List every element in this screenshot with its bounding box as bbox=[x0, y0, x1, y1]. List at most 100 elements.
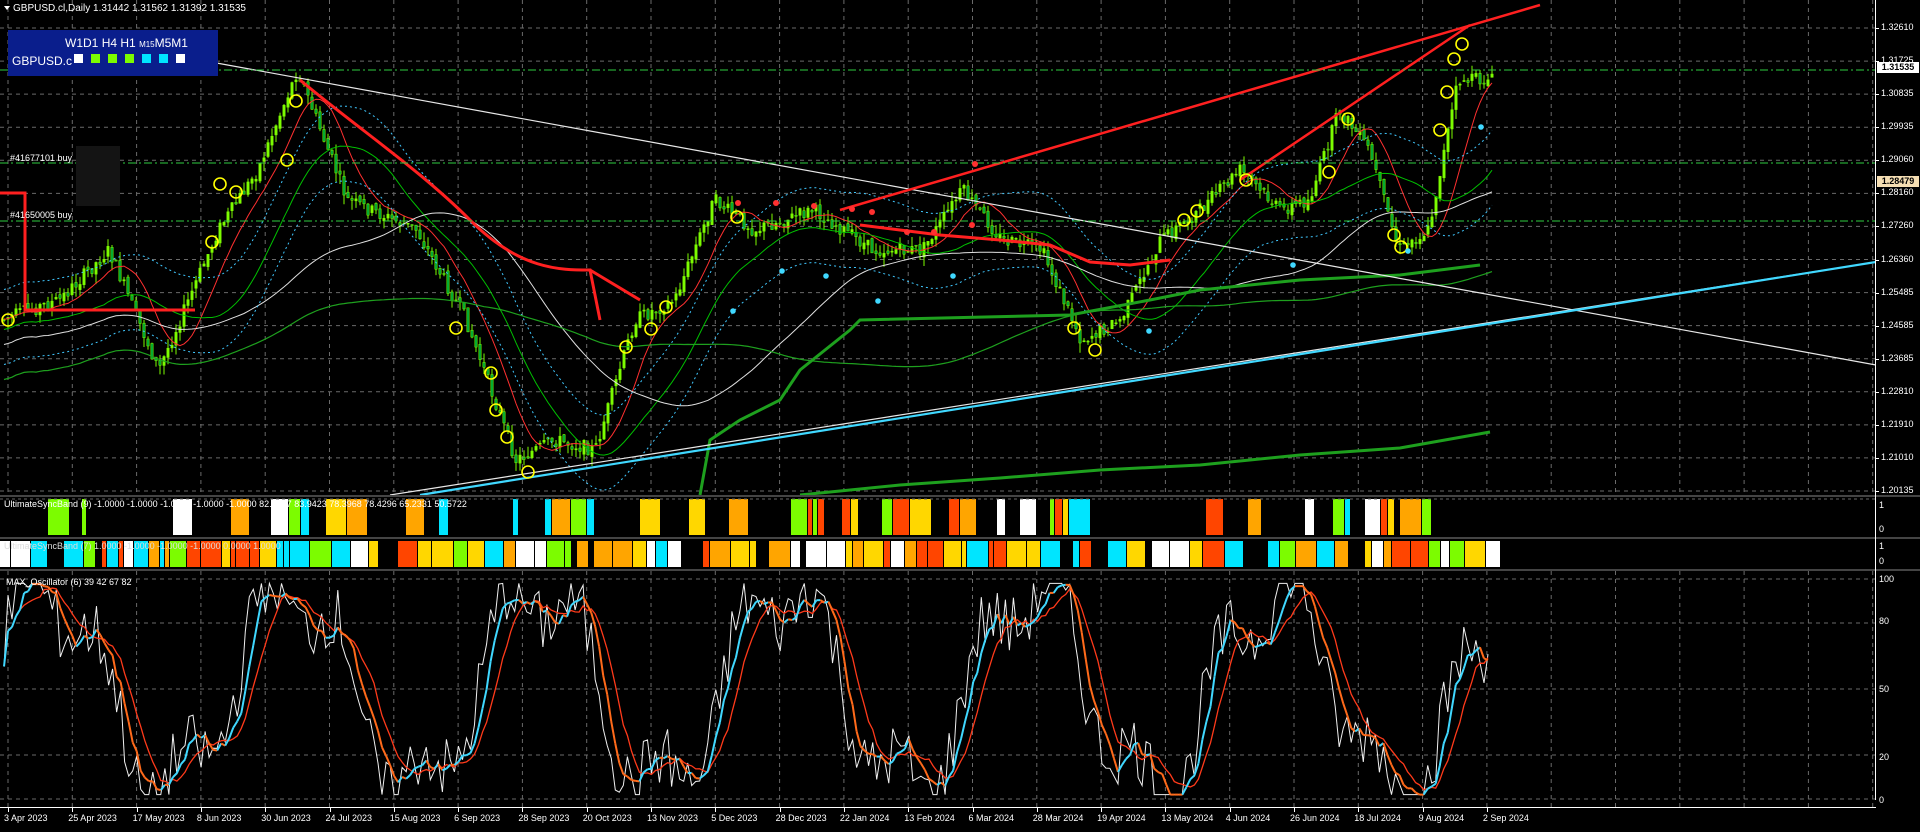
candle-body bbox=[562, 434, 566, 443]
order-label-1[interactable]: #41677101 buy bbox=[10, 153, 72, 163]
signal-circle bbox=[1322, 165, 1336, 179]
pane-separator[interactable] bbox=[0, 495, 1920, 497]
oscillator-trend-line bbox=[489, 640, 496, 662]
candle-body bbox=[406, 222, 410, 225]
candle-body bbox=[650, 309, 654, 320]
oscillator-pane[interactable]: MAX_Oscillator (6) 39 42 67 82 bbox=[0, 571, 1876, 807]
sync-band-pane-2[interactable]: UltimateSyncBand (7) 1.0000 -1.0000 -1.0… bbox=[0, 539, 1876, 569]
oscillator-trend-line bbox=[1040, 603, 1047, 610]
candle-body bbox=[1058, 286, 1062, 289]
candle-body bbox=[398, 222, 402, 226]
tf-m15[interactable]: M15 bbox=[139, 40, 155, 49]
candlesticks bbox=[2, 65, 1494, 471]
oscillator-trend-line bbox=[1427, 785, 1433, 790]
menu-arrow-icon[interactable] bbox=[4, 6, 10, 11]
date-tick-mark bbox=[393, 808, 395, 812]
oscillator-trend-line bbox=[1241, 627, 1248, 638]
sync-segment bbox=[1152, 541, 1169, 567]
sync-segment bbox=[1170, 541, 1189, 567]
oscillator-trend-line bbox=[506, 601, 512, 605]
price-tick-label: 1.21910 bbox=[1881, 418, 1914, 429]
candle-body bbox=[378, 208, 382, 219]
date-label: 5 Dec 2023 bbox=[711, 813, 758, 823]
candle-body bbox=[254, 178, 258, 182]
candle-body bbox=[1286, 209, 1290, 214]
candle-body bbox=[1306, 199, 1310, 211]
candle-body bbox=[98, 261, 102, 265]
sync-segment bbox=[703, 541, 709, 567]
sync-segment bbox=[729, 499, 748, 535]
candle-body bbox=[418, 229, 422, 240]
candle-body bbox=[318, 111, 322, 130]
tf-status-box bbox=[142, 54, 151, 63]
price-chart[interactable] bbox=[0, 0, 1876, 495]
sync-segment bbox=[1441, 541, 1449, 567]
oscillator-trend-line bbox=[473, 726, 480, 744]
date-label: 13 Nov 2023 bbox=[647, 813, 699, 823]
candle-body bbox=[118, 260, 122, 282]
date-tick-mark bbox=[72, 808, 74, 812]
candle-body bbox=[70, 283, 74, 296]
pane-separator[interactable] bbox=[0, 569, 1920, 571]
sync-segment bbox=[1422, 499, 1431, 535]
oscillator-trend-line bbox=[312, 624, 319, 631]
candle-body bbox=[1054, 272, 1058, 288]
date-tick-mark bbox=[8, 808, 9, 812]
time-axis-line bbox=[0, 807, 1876, 808]
signal-dot-red bbox=[849, 206, 855, 212]
date-label: 28 Mar 2024 bbox=[1032, 813, 1084, 823]
order-label-2[interactable]: #41650005 buy bbox=[10, 210, 72, 220]
signal-dot-red bbox=[811, 203, 817, 209]
tf-status-box bbox=[74, 54, 83, 63]
price-pane[interactable]: GBPUSD.cl,Daily 1.31442 1.31562 1.31392 … bbox=[0, 0, 1876, 495]
tf-m1[interactable]: M1 bbox=[171, 36, 188, 50]
pane-separator[interactable] bbox=[0, 537, 1920, 539]
tf-h4[interactable]: H4 bbox=[102, 36, 117, 50]
oscillator-trend-line bbox=[1201, 721, 1208, 740]
candle-body bbox=[1386, 197, 1390, 212]
tf-h1[interactable]: H1 bbox=[120, 36, 135, 50]
oscillator-trend-line bbox=[602, 675, 609, 695]
candle-body bbox=[1462, 80, 1466, 82]
candle-body bbox=[286, 97, 290, 108]
oscillator-trend-line bbox=[1446, 708, 1453, 733]
sync-band-pane-1[interactable]: UltimateSyncBand (9) -1.0000 -1.0000 -1.… bbox=[0, 497, 1876, 537]
candle-body bbox=[282, 105, 286, 117]
candle-body bbox=[762, 222, 766, 232]
price-scale[interactable]: 1.32610 1.31725 1.30835 1.29935 1.29060 1.281… bbox=[1876, 0, 1920, 495]
sync-segment bbox=[398, 541, 417, 567]
tf-d1[interactable]: D1 bbox=[83, 36, 98, 50]
oscillator-trend-line bbox=[847, 689, 854, 706]
ma-fast-line bbox=[3, 82, 1493, 451]
sync-segment bbox=[1381, 499, 1387, 535]
sync-segment bbox=[332, 541, 350, 567]
osc-scale-100: 100 bbox=[1879, 574, 1895, 584]
chart-window[interactable]: GBPUSD.cl,Daily 1.31442 1.31562 1.31392 … bbox=[0, 0, 1920, 832]
oscillator-trend-line bbox=[485, 661, 492, 690]
sync-segment bbox=[1108, 541, 1126, 567]
signal-dot-cyan bbox=[875, 298, 881, 304]
oscillator-trend-line bbox=[586, 604, 593, 613]
timeframe-panel: W1D1 H4 H1 M15M5M1 GBPUSD.c bbox=[8, 30, 218, 76]
date-label: 24 Jul 2023 bbox=[325, 813, 373, 823]
tf-m5[interactable]: M5 bbox=[155, 36, 172, 50]
panel-symbol: GBPUSD.c bbox=[12, 54, 73, 68]
signal-circle bbox=[449, 321, 463, 335]
oscillator-trend-line bbox=[1020, 622, 1027, 628]
sync-segment bbox=[485, 541, 503, 567]
candle-body bbox=[678, 289, 682, 296]
oscillator-trend-line bbox=[1318, 622, 1325, 638]
price-tick-label: 1.27260 bbox=[1881, 220, 1914, 231]
candle-body bbox=[490, 374, 494, 397]
oscillator-trend-line bbox=[127, 721, 134, 743]
candle-body bbox=[1414, 242, 1418, 244]
oscillator-trend-line bbox=[598, 646, 605, 676]
candle-body bbox=[1330, 125, 1334, 151]
tf-w1[interactable]: W1 bbox=[65, 36, 83, 50]
candle-body bbox=[1410, 239, 1414, 248]
sync-segment bbox=[1388, 499, 1394, 535]
oscillator-trend-line bbox=[690, 772, 697, 779]
price-tick-mark bbox=[1876, 325, 1879, 327]
sync-segment bbox=[1465, 541, 1485, 567]
candle-body bbox=[270, 135, 274, 146]
